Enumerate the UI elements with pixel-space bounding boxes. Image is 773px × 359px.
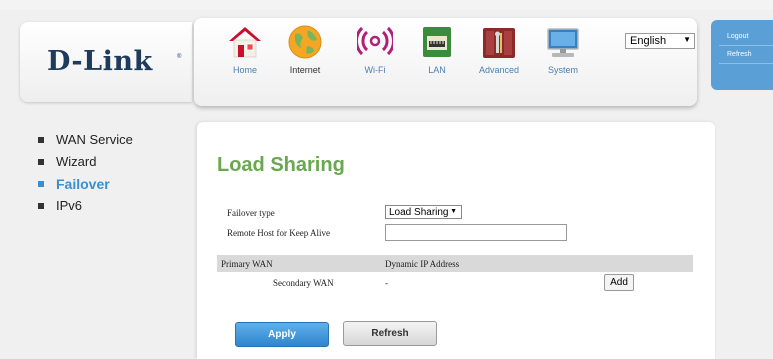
failover-type-select[interactable]: Load Sharing ▼ [385,205,462,219]
nav-system[interactable]: System [538,24,588,75]
globe-icon [287,24,323,60]
secondary-wan-value: - [385,278,388,288]
bullet [38,137,44,143]
sidebar-item-label: Failover [56,176,110,192]
primary-wan-row: Primary WAN Dynamic IP Address [217,255,693,272]
advanced-icon [481,24,517,60]
main-nav: Home Internet Wi-Fi LAN Advanced System [194,18,697,106]
registered-mark: ® [177,54,182,60]
monitor-icon [545,24,581,60]
home-icon [227,24,263,60]
nav-advanced-label: Advanced [478,65,520,75]
bullet [38,181,44,187]
logo-panel: D-Link ® [20,22,192,102]
content-panel: Load Sharing Failover type Load Sharing … [197,122,715,359]
logout-link[interactable]: Logout [727,33,748,40]
sidebar-item-label: IPv6 [56,198,83,213]
primary-wan-label: Primary WAN [221,259,273,269]
primary-wan-value: Dynamic IP Address [385,259,460,269]
lan-icon [419,24,455,60]
dropdown-arrow-icon: ▼ [683,35,691,44]
failover-type-value: Load Sharing [389,207,449,218]
divider [719,63,773,64]
nav-lan-label: LAN [428,65,446,75]
nav-wifi[interactable]: Wi-Fi [350,24,400,75]
sidebar-item-label: WAN Service [56,132,133,147]
dlink-logo: D-Link [47,46,153,77]
nav-advanced[interactable]: Advanced [474,24,524,75]
nav-internet-label: Internet [289,65,321,75]
failover-type-label: Failover type [227,208,275,218]
nav-system-label: System [547,65,578,75]
nav-lan[interactable]: LAN [412,24,462,75]
divider [719,45,773,46]
refresh-link[interactable]: Refresh [727,51,752,58]
top-strip [0,0,773,10]
apply-button[interactable]: Apply [235,322,329,347]
add-button[interactable]: Add [604,274,634,291]
nav-home[interactable]: Home [220,24,270,75]
language-select[interactable]: English ▼ [625,33,695,49]
nav-home-label: Home [232,65,257,75]
bullet [38,203,44,209]
remote-host-label: Remote Host for Keep Alive [227,228,330,238]
dropdown-arrow-icon: ▼ [450,208,457,215]
refresh-button[interactable]: Refresh [343,321,437,346]
page-title: Load Sharing [217,154,345,176]
nav-wifi-label: Wi-Fi [364,65,386,75]
wifi-icon [355,24,395,60]
bullet [38,159,44,165]
remote-host-input[interactable] [385,224,567,241]
nav-internet[interactable]: Internet [280,24,330,75]
account-panel: Logout Refresh [711,20,773,90]
secondary-wan-label: Secondary WAN [273,278,334,288]
sidebar-item-label: Wizard [56,154,97,169]
language-value: English [630,35,667,47]
